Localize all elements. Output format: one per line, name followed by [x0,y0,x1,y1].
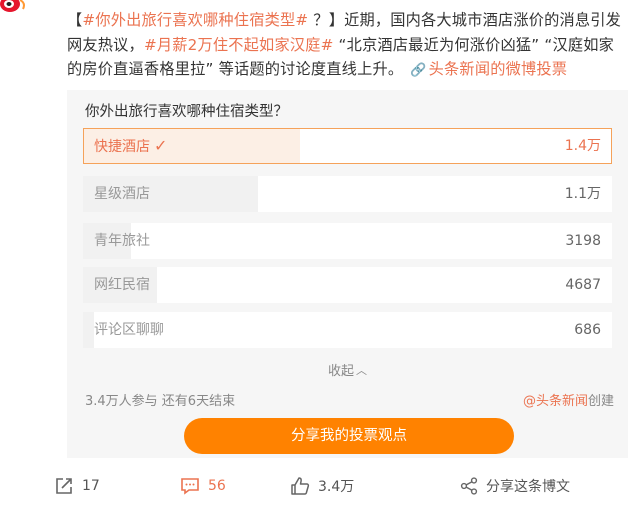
vote-source-link[interactable]: 🔗 头条新闻的微博投票 [408,60,567,78]
share-vote-button[interactable]: 分享我的投票观点 [184,418,514,454]
vote-creator: @头条新闻创建 [523,390,614,409]
comment-button[interactable]: 56 [180,470,226,502]
weibo-logo-icon [0,0,25,12]
vote-option-count: 4687 [565,277,601,293]
vote-option-4[interactable]: 网红民宿 4687 [83,267,612,303]
post-open-bracket: 【 [67,11,83,29]
vote-option-label: 评论区聊聊 [94,322,164,338]
vote-stats: 3.4万人参与 还有6天结束 [85,394,236,409]
collapse-label: 收起 [327,364,354,379]
vote-option-label: 网红民宿 [94,277,150,293]
collapse-toggle[interactable]: 收起 ︿ [67,360,628,379]
vote-option-1[interactable]: 快捷酒店 ✓ 1.4万 [83,128,612,164]
like-button[interactable]: 3.4万 [290,470,354,502]
vote-option-count: 1.1万 [564,186,601,202]
vote-option-3[interactable]: 青年旅社 3198 [83,223,612,259]
thumbs-up-icon [291,477,310,495]
share-nodes-icon [460,477,478,495]
like-count: 3.4万 [318,479,355,495]
comment-count: 56 [208,478,226,494]
vote-question: 你外出旅行喜欢哪种住宿类型？ [85,104,288,120]
action-bar: 17 56 3.4万 分享这条博文 [0,470,640,502]
creator-link[interactable]: @头条新闻 [523,394,588,409]
vote-option-label: 青年旅社 [94,233,150,249]
check-icon: ✓ [154,136,168,155]
link-chain-icon: 🔗 [410,63,427,78]
share-post-label: 分享这条博文 [486,479,570,495]
repost-count: 17 [82,478,100,494]
salary-hashtag-link[interactable]: #月薪2万住不起如家汉庭# [144,36,334,54]
vote-source-link-label: 头条新闻的微博投票 [428,60,568,78]
vote-option-count: 3198 [565,233,601,249]
post-text: 【#你外出旅行喜欢哪种住宿类型# ？】近期，国内各大城市酒店涨价的消息引发网友热… [67,8,627,84]
creator-suffix: 创建 [587,394,614,409]
share-post-button[interactable]: 分享这条博文 [460,470,570,502]
vote-option-5[interactable]: 评论区聊聊 686 [83,312,612,348]
vote-option-count: 1.4万 [564,138,601,154]
chevron-up-icon: ︿ [356,364,367,377]
topic-hashtag-link[interactable]: #你外出旅行喜欢哪种住宿类型# [82,11,308,29]
vote-option-bar [83,312,94,348]
repost-icon [56,478,72,494]
repost-button[interactable]: 17 [54,470,100,502]
vote-option-label: 快捷酒店 [94,139,150,155]
vote-option-count: 686 [574,322,601,338]
vote-card: 你外出旅行喜欢哪种住宿类型？ 快捷酒店 ✓ 1.4万 星级酒店 1.1万 青年旅社… [67,90,628,458]
vote-option-label: 星级酒店 [94,186,150,202]
comment-icon [181,478,199,495]
vote-option-2[interactable]: 星级酒店 1.1万 [83,176,612,212]
